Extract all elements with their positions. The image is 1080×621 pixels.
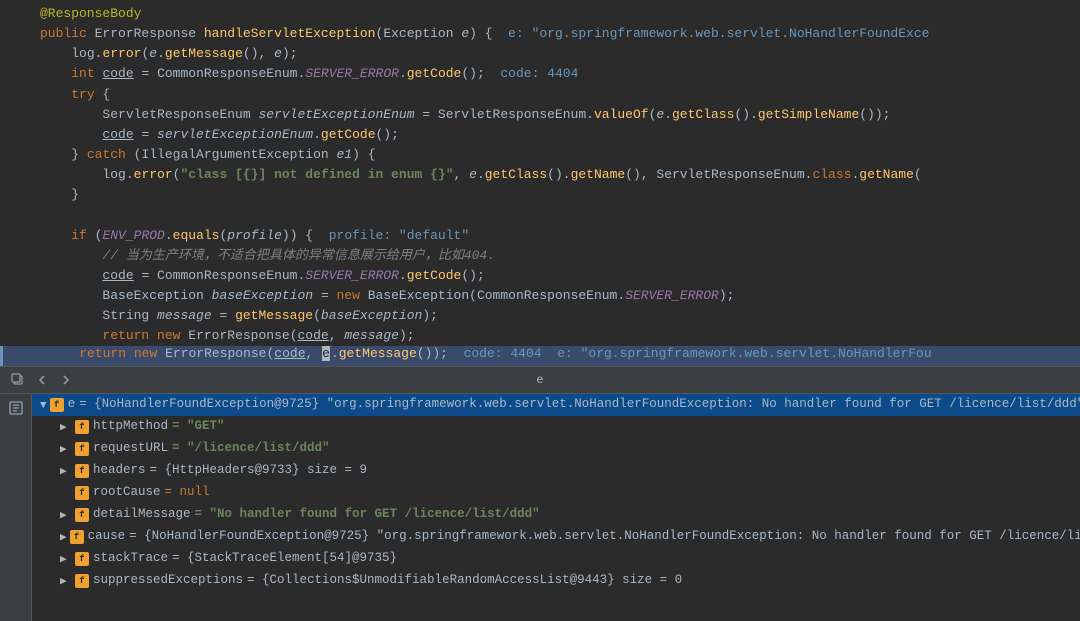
var-name-suppressedexceptions: suppressedExceptions — [93, 572, 243, 590]
field-icon-root: f — [50, 398, 64, 412]
code-line-16: String message = getMessage(baseExceptio… — [0, 306, 1080, 326]
code-line-5: try { — [0, 85, 1080, 105]
var-name-cause: cause — [88, 528, 126, 546]
debug-toolbar: e — [0, 366, 1080, 394]
expand-arrow-httpmethod — [60, 421, 72, 433]
forward-button[interactable] — [56, 370, 76, 390]
copy-button[interactable] — [8, 370, 28, 390]
code-editor: @ResponseBody public ErrorResponse handl… — [0, 0, 1080, 346]
debug-execution-line: return new ErrorResponse(code, e.getMess… — [0, 346, 1080, 366]
field-icon-requesturl: f — [75, 442, 89, 456]
code-line-9: log.error("class [{}] not defined in enu… — [0, 165, 1080, 185]
field-icon-httpmethod: f — [75, 420, 89, 434]
code-line-14: code = CommonResponseEnum.SERVER_ERROR.g… — [0, 266, 1080, 286]
var-row-suppressedexceptions[interactable]: f suppressedExceptions = {Collections$Un… — [32, 570, 1080, 592]
var-val-suppressedexceptions: = {Collections$UnmodifiableRandomAccessL… — [247, 572, 682, 590]
ide-window: @ResponseBody public ErrorResponse handl… — [0, 0, 1080, 621]
code-line-1: @ResponseBody — [0, 4, 1080, 24]
expand-arrow-rootcause — [60, 487, 72, 499]
field-icon-headers: f — [75, 464, 89, 478]
field-icon-suppressedexceptions: f — [75, 574, 89, 588]
code-line-13: // 当为生产环境，不适合把具体的异常信息展示给用户，比如404. — [0, 246, 1080, 266]
var-row-cause[interactable]: f cause = {NoHandlerFoundException@9725}… — [32, 526, 1080, 548]
var-val-stacktrace: = {StackTraceElement[54]@9735} — [172, 550, 397, 568]
variables-split: f e = {NoHandlerFoundException@9725} "or… — [0, 394, 1080, 621]
var-val-detailmessage: = "No handler found for GET /licence/lis… — [195, 506, 540, 524]
var-name-stacktrace: stackTrace — [93, 550, 168, 568]
var-row-headers[interactable]: f headers = {HttpHeaders@9733} size = 9 — [32, 460, 1080, 482]
var-name-detailmessage: detailMessage — [93, 506, 191, 524]
var-name-e: e — [68, 396, 76, 414]
var-val-requesturl: = "/licence/list/ddd" — [172, 440, 330, 458]
code-line-15: BaseException baseException = new BaseEx… — [0, 286, 1080, 306]
expand-arrow-stacktrace — [60, 553, 72, 565]
back-button[interactable] — [32, 370, 52, 390]
var-row-rootcause[interactable]: f rootCause = null — [32, 482, 1080, 504]
var-row-root[interactable]: f e = {NoHandlerFoundException@9725} "or… — [32, 394, 1080, 416]
expand-arrow-suppressedexceptions — [60, 575, 72, 587]
field-icon-detailmessage: f — [75, 508, 89, 522]
annotation-responsebody: @ResponseBody — [40, 6, 141, 21]
var-val-httpmethod: = "GET" — [172, 418, 225, 436]
bottom-section: e — [0, 366, 1080, 621]
var-val-e: = {NoHandlerFoundException@9725} "org.sp… — [79, 396, 1080, 414]
var-row-requesturl[interactable]: f requestURL = "/licence/list/ddd" — [32, 438, 1080, 460]
expand-arrow-root — [40, 399, 47, 411]
expand-arrow-cause — [60, 531, 67, 543]
code-line-11 — [0, 205, 1080, 225]
expand-arrow-headers — [60, 465, 72, 477]
var-val-headers: = {HttpHeaders@9733} size = 9 — [150, 462, 368, 480]
var-row-stacktrace[interactable]: f stackTrace = {StackTraceElement[54]@97… — [32, 548, 1080, 570]
var-name-rootcause: rootCause — [93, 484, 161, 502]
code-line-6: ServletResponseEnum servletExceptionEnum… — [0, 105, 1080, 125]
var-val-cause: = {NoHandlerFoundException@9725} "org.sp… — [129, 528, 1080, 546]
var-row-httpmethod[interactable]: f httpMethod = "GET" — [32, 416, 1080, 438]
code-line-8: } catch (IllegalArgumentException e1) { — [0, 145, 1080, 165]
left-panel-icon-1[interactable] — [6, 398, 26, 418]
code-line-17: return new ErrorResponse(code, message); — [0, 326, 1080, 346]
code-line-10: } — [0, 185, 1080, 205]
field-icon-cause: f — [70, 530, 84, 544]
var-name-requesturl: requestURL — [93, 440, 168, 458]
expand-arrow-requesturl — [60, 443, 72, 455]
variables-container: f e = {NoHandlerFoundException@9725} "or… — [32, 394, 1080, 621]
variables-panel: f e = {NoHandlerFoundException@9725} "or… — [32, 394, 1080, 621]
code-line-7: code = servletExceptionEnum.getCode(); — [0, 125, 1080, 145]
var-name-httpmethod: httpMethod — [93, 418, 168, 436]
left-panel — [0, 394, 32, 621]
debug-toolbar-hint: e — [536, 373, 543, 387]
code-line-4: int code = CommonResponseEnum.SERVER_ERR… — [0, 64, 1080, 84]
field-icon-rootcause: f — [75, 486, 89, 500]
var-val-rootcause: = null — [165, 484, 210, 502]
code-line-3: log.error(e.getMessage(), e); — [0, 44, 1080, 64]
var-row-detailmessage[interactable]: f detailMessage = "No handler found for … — [32, 504, 1080, 526]
var-name-headers: headers — [93, 462, 146, 480]
code-line-12: if (ENV_PROD.equals(profile)) { profile:… — [0, 226, 1080, 246]
code-line-2: public ErrorResponse handleServletExcept… — [0, 24, 1080, 44]
expand-arrow-detailmessage — [60, 509, 72, 521]
field-icon-stacktrace: f — [75, 552, 89, 566]
